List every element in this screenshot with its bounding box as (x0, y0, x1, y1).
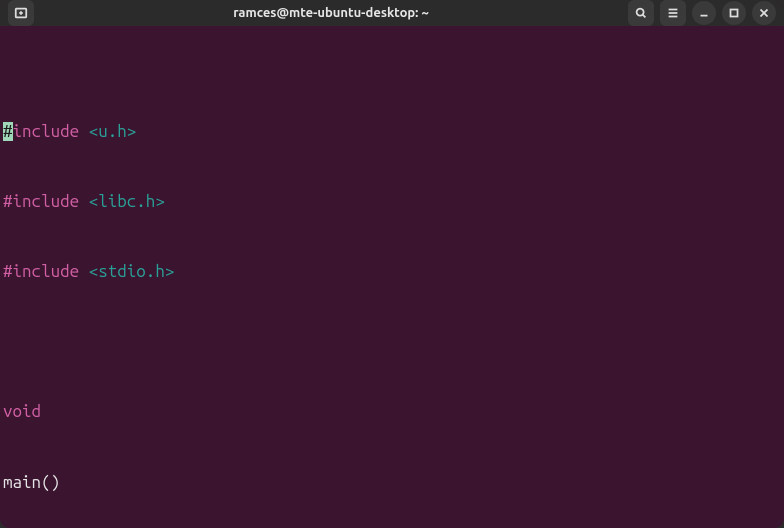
titlebar: ramces@mte-ubuntu-desktop: ~ (0, 0, 784, 26)
close-button[interactable] (752, 1, 776, 25)
menu-button[interactable] (660, 0, 686, 26)
minimize-button[interactable] (692, 1, 716, 25)
code-line: #include <u.h> (0, 120, 784, 143)
terminal-body[interactable]: #include <u.h> #include <libc.h> #includ… (0, 26, 784, 528)
search-icon (634, 6, 648, 20)
code-line: void (0, 400, 784, 423)
cursor: # (3, 122, 13, 141)
terminal-window: ramces@mte-ubuntu-desktop: ~ #include <u… (0, 0, 784, 528)
code-line: #include <libc.h> (0, 190, 784, 213)
new-tab-button[interactable] (8, 0, 34, 26)
blank-line (0, 330, 784, 353)
maximize-icon (727, 6, 741, 20)
close-icon (757, 6, 771, 20)
code-line: #include <stdio.h> (0, 260, 784, 283)
minimize-icon (697, 6, 711, 20)
hamburger-icon (666, 6, 680, 20)
code-line: main() (0, 471, 784, 494)
search-button[interactable] (628, 0, 654, 26)
window-title: ramces@mte-ubuntu-desktop: ~ (34, 6, 628, 20)
new-tab-icon (14, 6, 28, 20)
maximize-button[interactable] (722, 1, 746, 25)
